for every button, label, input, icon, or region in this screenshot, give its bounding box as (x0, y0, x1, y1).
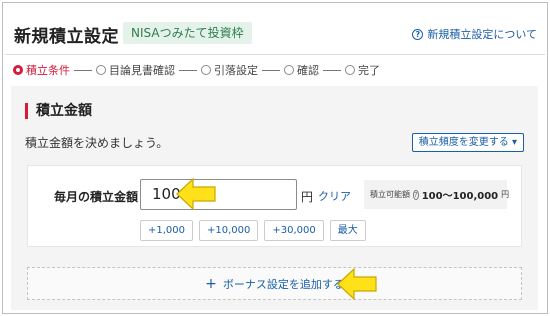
account-type-badge: NISAつみたて投資枠 (123, 22, 252, 44)
add-30000-button[interactable]: +30,000 (264, 220, 324, 241)
step-3: 引落設定 (201, 62, 258, 78)
step-2: 目論見書確認 (96, 62, 175, 78)
step-label: 積立条件 (26, 64, 70, 77)
max-button[interactable]: 最大 (329, 220, 366, 241)
section-title: 積立金額 (25, 103, 92, 119)
step-dot-icon (201, 65, 211, 75)
add-bonus-label: ボーナス設定を追加する (222, 277, 344, 291)
allowed-range-box: 積立可能額 ? 100〜100,000 円 (364, 180, 510, 209)
question-circle-icon: ? (412, 28, 424, 40)
step-connector (179, 69, 197, 71)
question-circle-icon[interactable]: ? (413, 189, 419, 200)
step-label: 完了 (358, 64, 380, 77)
range-caption: 積立可能額 (370, 190, 410, 199)
add-bonus-setting-button[interactable]: + ボーナス設定を追加する (27, 267, 522, 300)
add-10000-button[interactable]: +10,000 (199, 220, 259, 241)
quick-add-buttons: +1,000 +10,000 +30,000 最大 (140, 220, 366, 241)
step-label: 目論見書確認 (109, 64, 175, 77)
step-connector (262, 69, 280, 71)
annotation-arrow-icon (176, 178, 216, 210)
range-value: 100〜100,000 (421, 191, 499, 202)
change-frequency-button[interactable]: 積立頻度を変更する ▾ (411, 133, 524, 152)
section-description: 積立金額を決めましょう。 (25, 136, 169, 150)
help-link[interactable]: ? 新規積立設定について (412, 26, 537, 42)
help-link-label: 新規積立設定について (427, 28, 537, 41)
amount-section: 積立金額 積立金額を決めましょう。 積立頻度を変更する ▾ 毎月の積立金額 10… (11, 86, 538, 310)
range-unit: 円 (501, 190, 510, 199)
step-label: 引落設定 (214, 64, 258, 77)
monthly-amount-input[interactable]: 100 (140, 179, 297, 210)
step-connector (74, 69, 92, 71)
clear-link[interactable]: クリア (318, 188, 351, 204)
yen-unit: 円 (301, 190, 314, 204)
amount-card: 毎月の積立金額 100 円 クリア 積立可能額 ? 100〜100,000 円 … (27, 165, 522, 247)
add-1000-button[interactable]: +1,000 (140, 220, 194, 241)
step-dot-icon (13, 65, 23, 75)
step-dot-icon (345, 65, 355, 75)
step-connector (323, 69, 341, 71)
step-progress: 積立条件 目論見書確認 引落設定 確認 完了 (13, 62, 380, 78)
page-title: 新規積立設定 (14, 27, 119, 47)
step-dot-icon (284, 65, 294, 75)
step-dot-icon (96, 65, 106, 75)
monthly-amount-label: 毎月の積立金額 (54, 190, 139, 204)
step-5: 完了 (345, 62, 380, 78)
step-1: 積立条件 (13, 62, 70, 78)
annotation-arrow-icon (337, 268, 377, 300)
plus-icon: + (205, 275, 217, 292)
step-4: 確認 (284, 62, 319, 78)
step-label: 確認 (297, 64, 319, 77)
header-divider (5, 54, 545, 55)
